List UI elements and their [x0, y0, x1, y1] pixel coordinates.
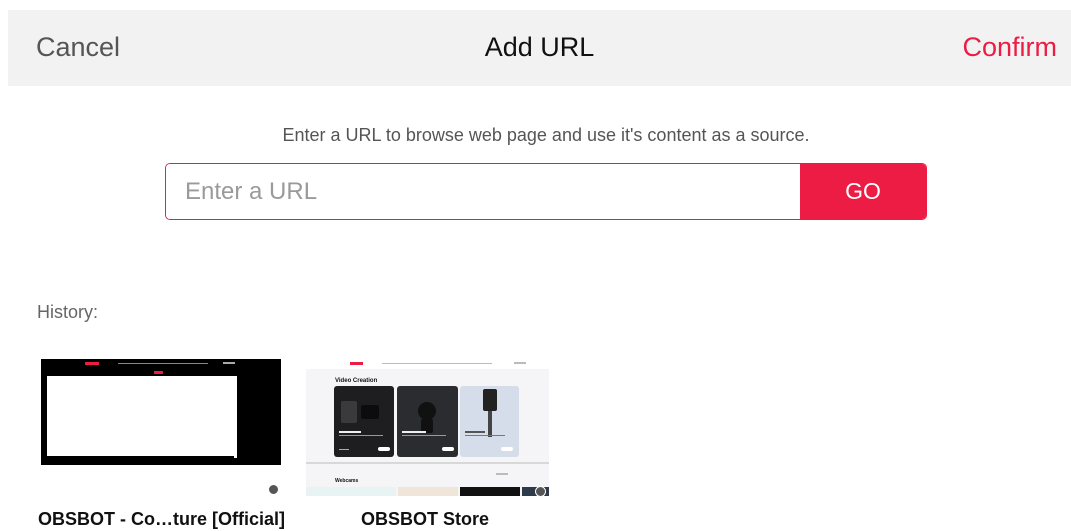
go-button[interactable]: GO: [800, 164, 926, 219]
url-input[interactable]: [166, 164, 800, 219]
remove-history-icon[interactable]: [268, 484, 279, 495]
history-thumbnail: [38, 359, 281, 496]
history-item-title: OBSBOT Store: [361, 509, 490, 529]
history-item[interactable]: Video Creation Webcams OBSBOT Store: [306, 359, 550, 529]
preview-subheading: Webcams: [335, 478, 358, 484]
remove-history-icon[interactable]: [535, 486, 546, 496]
page-preview-image: [41, 359, 281, 465]
history-item-title: OBSBOT - Co…ture [Official]: [38, 509, 285, 529]
page-preview-image: Video Creation Webcams: [306, 359, 549, 496]
preview-heading: Video Creation: [335, 378, 378, 384]
history-thumbnail: Video Creation Webcams: [306, 359, 549, 496]
history-label: History:: [37, 302, 99, 322]
confirm-button[interactable]: Confirm: [962, 32, 1057, 63]
page-title: Add URL: [484, 32, 595, 62]
top-bar: Cancel Add URL Confirm: [8, 10, 1071, 86]
history-item[interactable]: OBSBOT - Co…ture [Official]: [38, 359, 285, 529]
instructions-text: Enter a URL to browse web page and use i…: [282, 125, 810, 145]
url-bar: GO: [165, 163, 927, 220]
